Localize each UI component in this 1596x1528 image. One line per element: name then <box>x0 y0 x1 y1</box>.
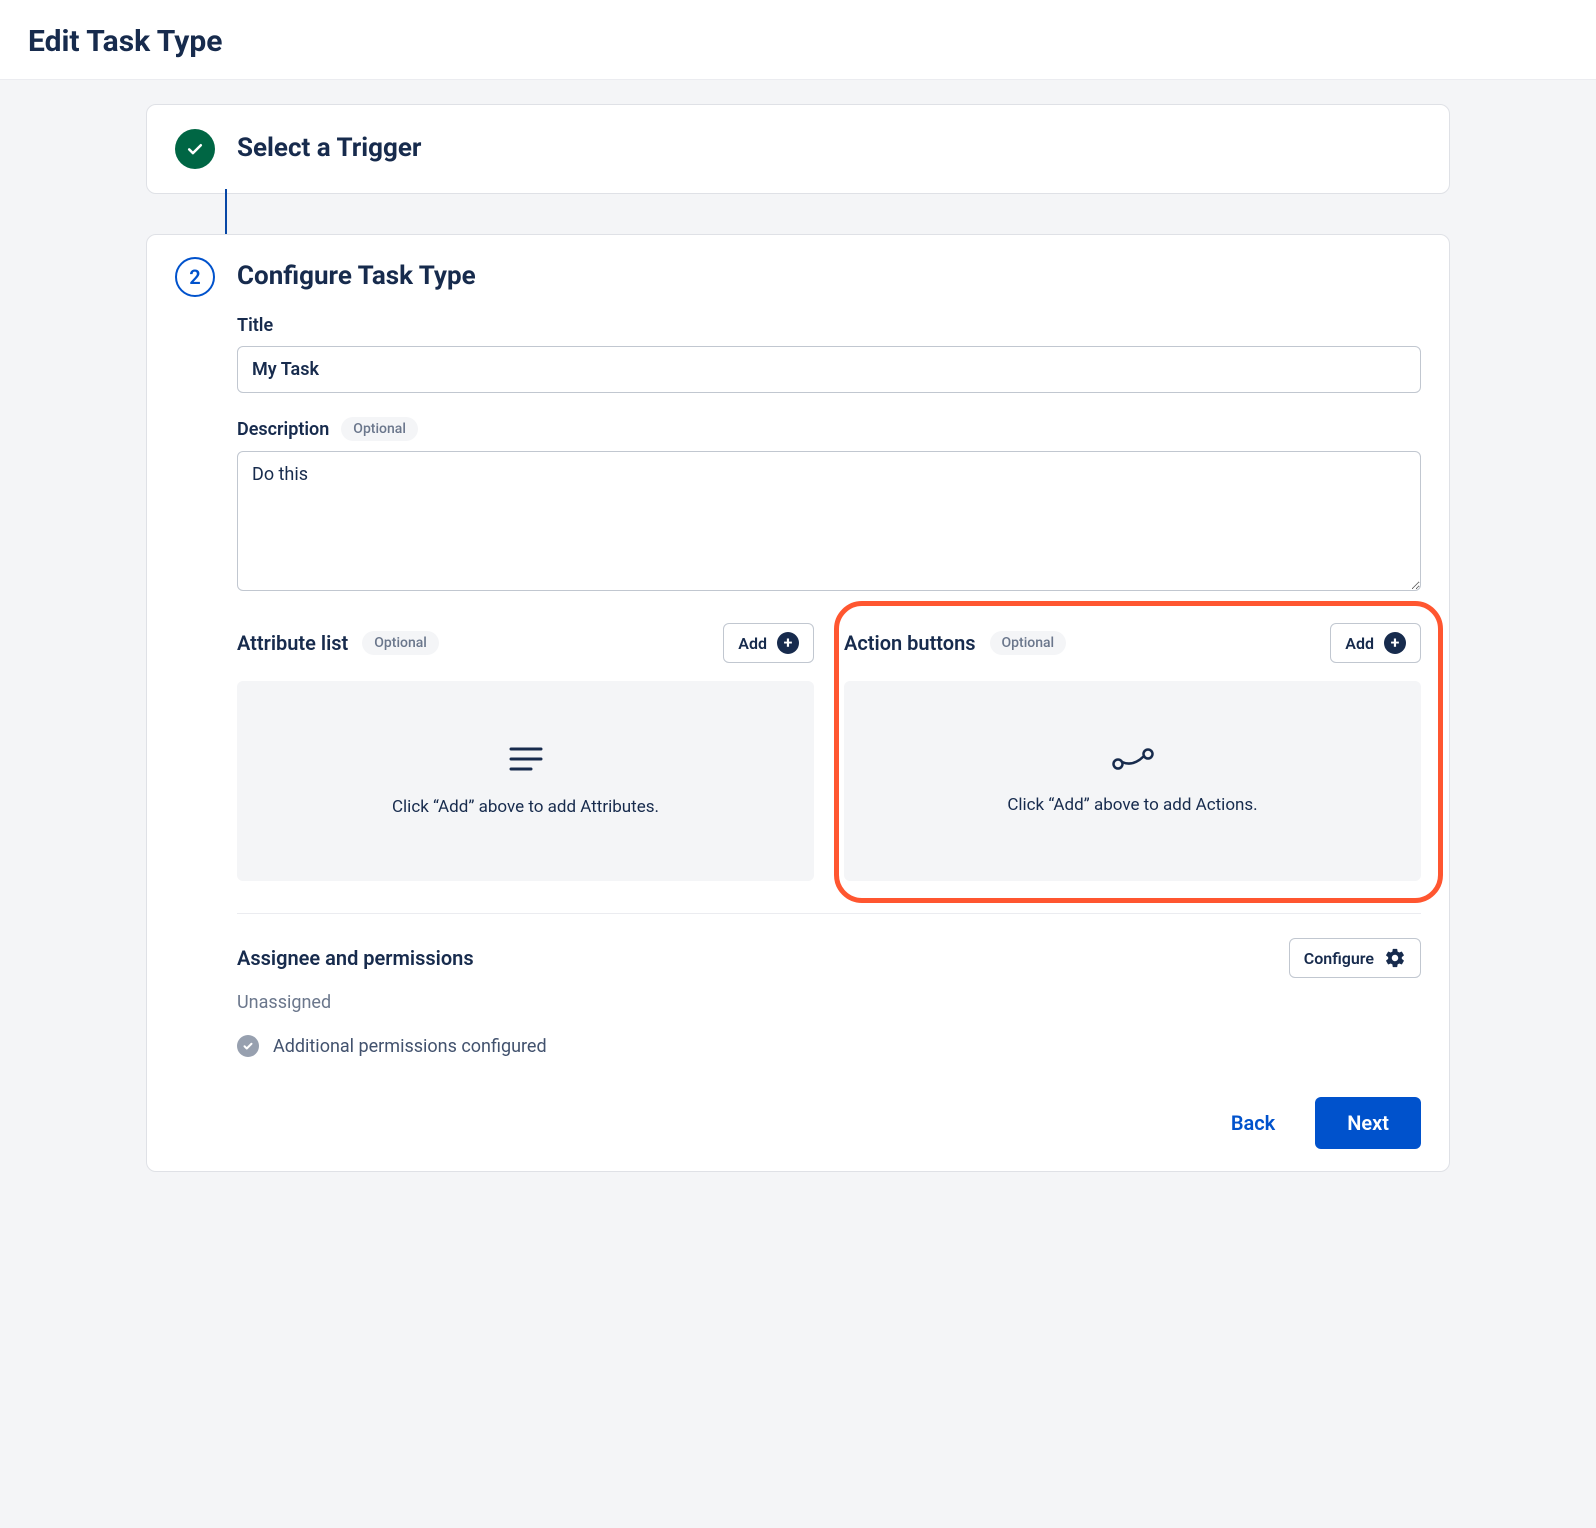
unassigned-text: Unassigned <box>237 992 1421 1013</box>
list-icon <box>509 745 543 773</box>
add-attribute-button[interactable]: Add + <box>723 623 814 663</box>
footer-actions: Back Next <box>237 1097 1421 1149</box>
page-title: Edit Task Type <box>28 24 1568 59</box>
attribute-list-title: Attribute list <box>237 631 348 655</box>
description-field-group: Description Optional <box>237 417 1421 595</box>
title-field-group: Title <box>237 315 1421 393</box>
description-textarea[interactable] <box>237 451 1421 591</box>
attribute-list-optional-badge: Optional <box>362 631 439 655</box>
back-button[interactable]: Back <box>1217 1101 1289 1145</box>
add-action-label: Add <box>1345 634 1374 653</box>
page-header: Edit Task Type <box>0 0 1596 80</box>
step-trigger-title: Select a Trigger <box>237 133 421 163</box>
plus-icon: + <box>1384 632 1406 654</box>
description-optional-badge: Optional <box>341 417 418 441</box>
permissions-row: Additional permissions configured <box>237 1035 1421 1057</box>
check-icon <box>237 1035 259 1057</box>
step-trigger-card[interactable]: Select a Trigger <box>146 104 1450 194</box>
description-label-text: Description <box>237 419 329 440</box>
description-label: Description Optional <box>237 417 1421 441</box>
separator <box>237 913 1421 914</box>
action-empty-state: Click “Add” above to add Actions. <box>844 681 1421 881</box>
step-connector <box>225 189 227 239</box>
action-empty-text: Click “Add” above to add Actions. <box>1007 795 1257 815</box>
title-label: Title <box>237 315 1421 336</box>
workflow-icon <box>1111 747 1155 771</box>
permissions-text: Additional permissions configured <box>273 1036 547 1057</box>
add-action-button[interactable]: Add + <box>1330 623 1421 663</box>
configure-label: Configure <box>1304 949 1374 968</box>
step-complete-icon <box>175 129 215 169</box>
configure-button[interactable]: Configure <box>1289 938 1421 978</box>
action-buttons-optional-badge: Optional <box>990 631 1067 655</box>
next-button[interactable]: Next <box>1315 1097 1421 1149</box>
title-input[interactable] <box>237 346 1421 393</box>
step-number-icon: 2 <box>175 257 215 297</box>
assignee-title: Assignee and permissions <box>237 946 474 970</box>
action-buttons-title: Action buttons <box>844 631 976 655</box>
assignee-section: Assignee and permissions Configure Unass… <box>237 938 1421 1057</box>
attribute-list-column: Attribute list Optional Add + Click “Add… <box>237 623 814 881</box>
attribute-empty-text: Click “Add” above to add Attributes. <box>392 797 659 817</box>
action-buttons-column: Action buttons Optional Add + Click “Add… <box>844 623 1421 881</box>
attribute-empty-state: Click “Add” above to add Attributes. <box>237 681 814 881</box>
step-configure-title: Configure Task Type <box>237 261 1421 291</box>
two-column-section: Attribute list Optional Add + Click “Add… <box>237 623 1421 881</box>
add-attribute-label: Add <box>738 634 767 653</box>
gear-icon <box>1384 947 1406 969</box>
wizard: Select a Trigger 2 Configure Task Type T… <box>118 104 1478 1172</box>
step-configure-card: 2 Configure Task Type Title Description … <box>146 234 1450 1172</box>
plus-icon: + <box>777 632 799 654</box>
